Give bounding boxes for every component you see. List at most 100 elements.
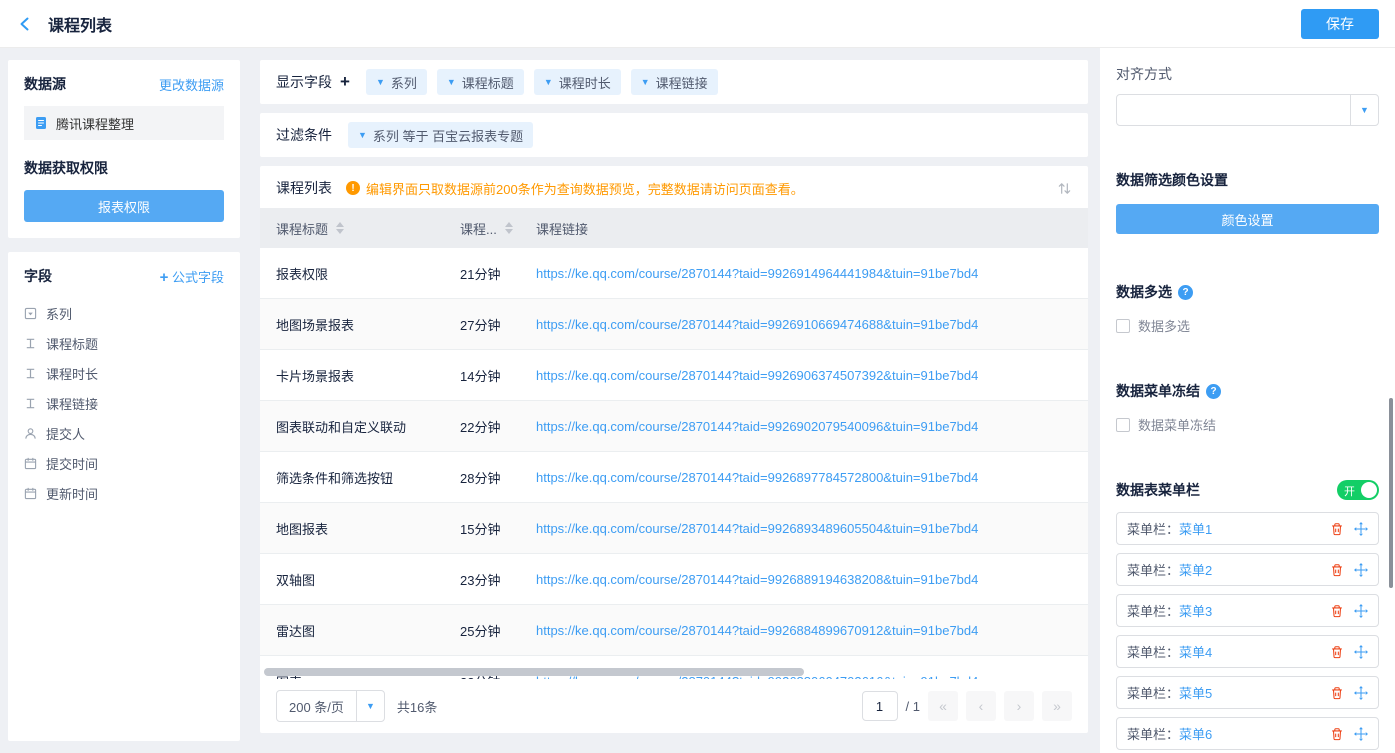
align-title: 对齐方式 [1116,64,1379,84]
move-icon[interactable] [1354,604,1368,618]
first-page-button[interactable]: « [928,691,958,721]
data-permission-title: 数据获取权限 [24,158,224,178]
table-row: 图表联动和自定义联动 22分钟 https://ke.qq.com/course… [260,401,1088,452]
toggle-knob [1361,482,1377,498]
multiselect-checkbox[interactable] [1116,319,1130,333]
formula-field-link[interactable]: + 公式字段 [160,267,224,286]
page-size-select[interactable]: 200 条/页 ▼ [276,690,385,722]
report-editor-app: 课程列表 保存 数据源 更改数据源 腾讯课程整理 数据获取权限 报表权限 [0,0,1395,753]
field-chip-course-link[interactable]: ▼课程链接 [631,69,718,95]
field-item-submitter[interactable]: 提交人 [24,418,224,448]
vertical-scrollbar-thumb[interactable] [1389,398,1393,588]
move-icon[interactable] [1354,686,1368,700]
field-chip-series[interactable]: ▼系列 [366,69,427,95]
cell-course-duration: 27分钟 [460,315,536,334]
freeze-checkbox[interactable] [1116,418,1130,432]
menu-bar-item[interactable]: 菜单栏： 菜单6 [1116,717,1379,750]
move-icon[interactable] [1354,563,1368,577]
course-link[interactable]: https://ke.qq.com/course/2870144?taid=99… [536,419,978,434]
filter-condition-label: 系列 等于 百宝云报表专题 [373,126,523,145]
cell-course-duration: 15分钟 [460,519,536,538]
menu-bar-item[interactable]: 菜单栏： 菜单1 [1116,512,1379,545]
course-link[interactable]: https://ke.qq.com/course/2870144?taid=99… [536,572,978,587]
delete-icon[interactable] [1330,645,1344,659]
table-footer: 200 条/页 ▼ 共16条 1 / 1 « ‹ › » [260,679,1088,733]
sort-order-icon[interactable] [1057,181,1072,196]
chip-label: 课程标题 [462,73,514,92]
table-header: 课程标题 课程... 课程链接 [260,208,1088,248]
report-permission-button[interactable]: 报表权限 [24,190,224,222]
fields-panel-head: 字段 + 公式字段 [24,266,224,286]
toggle-on-label: 开 [1344,483,1355,499]
last-page-button[interactable]: » [1042,691,1072,721]
cell-course-title: 地图报表 [260,519,460,538]
menu-bar-item[interactable]: 菜单栏： 菜单2 [1116,553,1379,586]
cell-course-title: 雷达图 [260,621,460,640]
menu-item-prefix: 菜单栏： [1127,724,1179,743]
prev-page-button[interactable]: ‹ [966,691,996,721]
field-chip-course-title[interactable]: ▼课程标题 [437,69,524,95]
align-select[interactable]: ▼ [1116,94,1379,126]
column-header-title[interactable]: 课程标题 [260,219,460,238]
menu-bar-item[interactable]: 菜单栏： 菜单3 [1116,594,1379,627]
course-link[interactable]: https://ke.qq.com/course/2870144?taid=99… [536,368,978,383]
person-icon [24,427,37,440]
caret-down-icon: ▼ [1350,95,1378,125]
cell-course-title: 地图场景报表 [260,315,460,334]
move-icon[interactable] [1354,645,1368,659]
multiselect-checkbox-row: 数据多选 [1116,316,1379,335]
course-link[interactable]: https://ke.qq.com/course/2870144?taid=99… [536,623,978,638]
field-item-label: 更新时间 [46,484,98,503]
menu-item-prefix: 菜单栏： [1127,519,1179,538]
course-link[interactable]: https://ke.qq.com/course/2870144?taid=99… [536,317,978,332]
multiselect-title-text: 数据多选 [1116,282,1172,302]
formula-field-label: 公式字段 [172,270,224,285]
align-select-value [1117,95,1350,125]
move-icon[interactable] [1354,727,1368,741]
sort-carets-icon [336,222,344,234]
freeze-checkbox-row: 数据菜单冻结 [1116,415,1379,434]
next-page-button[interactable]: › [1004,691,1034,721]
cell-course-title: 筛选条件和筛选按钮 [260,468,460,487]
menu-bar-item[interactable]: 菜单栏： 菜单4 [1116,635,1379,668]
course-link[interactable]: https://ke.qq.com/course/2870144?taid=99… [536,470,978,485]
cell-course-duration: 14分钟 [460,366,536,385]
field-item-course-duration[interactable]: 课程时长 [24,358,224,388]
color-settings-button[interactable]: 颜色设置 [1116,204,1379,234]
filter-condition-chip[interactable]: ▼系列 等于 百宝云报表专题 [348,122,533,148]
page-number-input[interactable]: 1 [862,691,898,721]
delete-icon[interactable] [1330,563,1344,577]
field-list: 系列 课程标题 课程时长 课程链接 [24,298,224,508]
delete-icon[interactable] [1330,727,1344,741]
datasource-panel-head: 数据源 更改数据源 [24,74,224,94]
field-item-submit-time[interactable]: 提交时间 [24,448,224,478]
top-bar: 课程列表 保存 [0,0,1395,48]
datasource-item[interactable]: 腾讯课程整理 [24,106,224,140]
field-item-series[interactable]: 系列 [24,298,224,328]
field-chip-course-duration[interactable]: ▼课程时长 [534,69,621,95]
column-header-duration[interactable]: 课程... [460,219,536,238]
datasource-name: 腾讯课程整理 [56,114,134,133]
add-display-field-button[interactable]: + [340,72,350,92]
freeze-section: 数据菜单冻结 ? 数据菜单冻结 [1116,381,1379,434]
delete-icon[interactable] [1330,522,1344,536]
horizontal-scrollbar-thumb[interactable] [264,668,804,676]
field-item-course-title[interactable]: 课程标题 [24,328,224,358]
field-item-update-time[interactable]: 更新时间 [24,478,224,508]
menubar-toggle[interactable]: 开 [1337,480,1379,500]
delete-icon[interactable] [1330,686,1344,700]
preview-warning: ! 编辑界面只取数据源前200条作为查询数据预览，完整数据请访问页面查看。 [346,179,804,198]
cell-course-title: 图表联动和自定义联动 [260,417,460,436]
save-button[interactable]: 保存 [1301,9,1379,39]
help-icon[interactable]: ? [1178,285,1193,300]
course-link[interactable]: https://ke.qq.com/course/2870144?taid=99… [536,521,978,536]
back-icon[interactable] [16,15,34,33]
course-link[interactable]: https://ke.qq.com/course/2870144?taid=99… [536,266,978,281]
delete-icon[interactable] [1330,604,1344,618]
change-datasource-link[interactable]: 更改数据源 [159,75,224,94]
help-icon[interactable]: ? [1206,384,1221,399]
menu-bar-item[interactable]: 菜单栏： 菜单5 [1116,676,1379,709]
freeze-title: 数据菜单冻结 ? [1116,381,1379,401]
move-icon[interactable] [1354,522,1368,536]
field-item-course-link[interactable]: 课程链接 [24,388,224,418]
